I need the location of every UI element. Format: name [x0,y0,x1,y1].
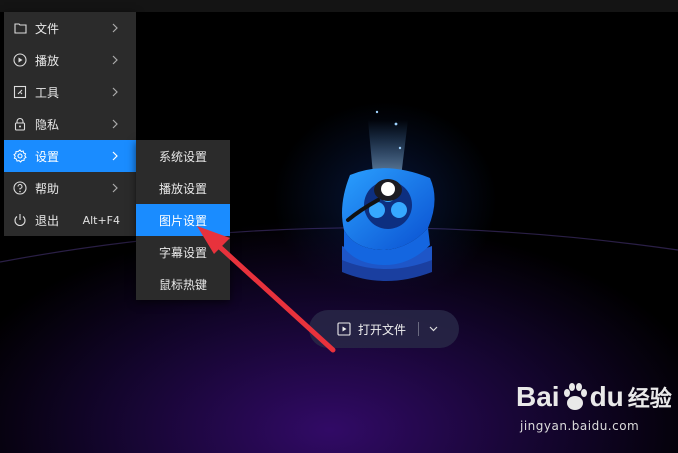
tools-icon [12,84,28,100]
submenu-item-image-settings[interactable]: 图片设置 [136,204,230,236]
menu-item-help[interactable]: 帮助 [4,172,136,204]
main-menu: 文件 播放 工具 隐私 设置 帮助 退出 Alt+F4 [4,12,136,236]
chevron-right-icon [112,87,122,97]
menu-item-label: 退出 [35,213,60,228]
menu-item-settings[interactable]: 设置 [4,140,136,172]
settings-submenu: 系统设置 播放设置 图片设置 字幕设置 鼠标热键 [136,140,230,300]
open-file-dropdown[interactable] [419,310,447,348]
player-logo [342,110,435,281]
menu-item-label: 工具 [35,85,60,100]
menu-item-exit[interactable]: 退出 Alt+F4 [4,204,136,236]
open-file-button-group: 打开文件 [309,310,459,348]
submenu-item-subtitle-settings[interactable]: 字幕设置 [136,236,230,268]
chevron-down-icon [429,326,437,332]
chevron-right-icon [112,183,122,193]
submenu-item-playback-settings[interactable]: 播放设置 [136,172,230,204]
submenu-item-system-settings[interactable]: 系统设置 [136,140,230,172]
menu-item-label: 设置 [35,149,60,164]
menu-item-label: 播放 [35,53,60,68]
menu-item-play[interactable]: 播放 [4,44,136,76]
shortcut-label: Alt+F4 [82,213,120,227]
play-file-icon [337,322,351,336]
baidu-paw-icon [563,383,587,410]
watermark-du: du [589,381,624,412]
menu-item-tools[interactable]: 工具 [4,76,136,108]
menu-item-label: 帮助 [35,181,60,196]
chevron-right-icon [112,119,122,129]
menu-item-file[interactable]: 文件 [4,12,136,44]
help-icon [12,180,28,196]
chevron-right-icon [112,23,122,33]
chevron-right-icon [112,55,122,65]
open-file-button[interactable]: 打开文件 [337,310,406,348]
watermark-bai: Bai [516,381,560,412]
menu-item-label: 隐私 [35,117,60,132]
menu-item-privacy[interactable]: 隐私 [4,108,136,140]
chevron-right-icon [112,151,122,161]
gear-icon [12,148,28,164]
menu-item-label: 文件 [35,21,60,36]
folder-icon [12,20,28,36]
submenu-item-mouse-hotkeys[interactable]: 鼠标热键 [136,268,230,300]
power-icon [12,212,28,228]
watermark-url: jingyan.baidu.com [520,419,640,433]
baidu-jingyan-watermark: Bai du 经验 jingyan.baidu.com [516,375,676,445]
play-circle-icon [12,52,28,68]
watermark-jingyan: 经验 [627,387,672,412]
title-bar [0,0,678,12]
open-file-label: 打开文件 [358,322,407,337]
lock-icon [12,116,28,132]
